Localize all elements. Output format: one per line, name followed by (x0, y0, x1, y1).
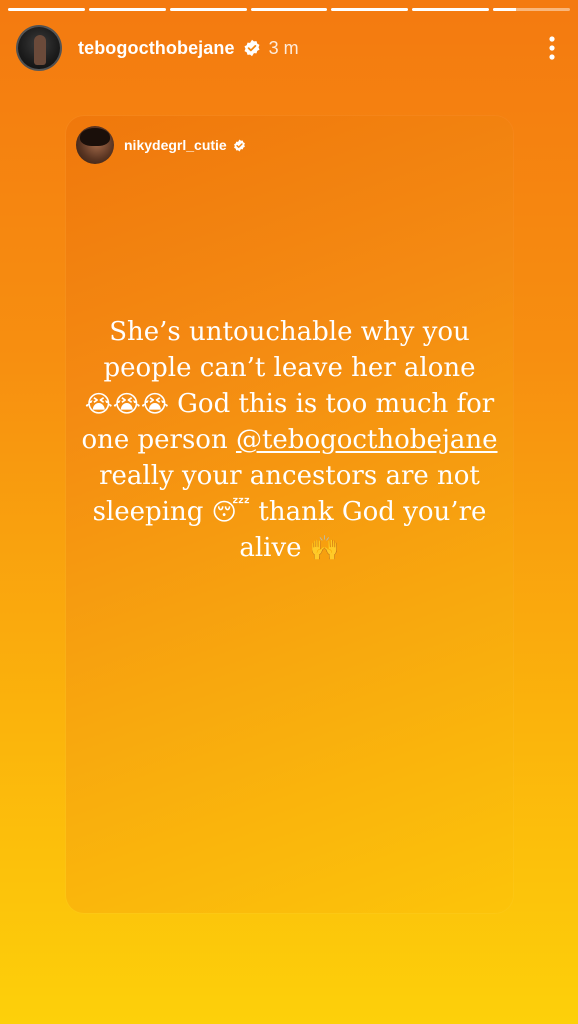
crying-emoji: 😭😭😭 (84, 390, 169, 418)
shared-post-text: She’s untouchable why you people can’t l… (80, 314, 499, 566)
post-text-segment: She’s untouchable why you people can’t l… (103, 317, 476, 383)
profile-avatar[interactable] (16, 25, 62, 71)
shared-post-card[interactable]: nikydegrl_cutie She’s untouchable why yo… (66, 116, 513, 913)
raising-hands-emoji: 🙌 (309, 534, 340, 562)
post-text-segment: thank God you’re alive (239, 497, 487, 563)
more-vertical-icon (549, 36, 555, 60)
shared-post-header: nikydegrl_cutie (76, 126, 246, 164)
verified-badge-icon (233, 139, 245, 151)
progress-fill (88, 8, 166, 11)
progress-fill (8, 8, 85, 11)
progress-fill (412, 8, 490, 11)
progress-segment (169, 8, 247, 11)
progress-segment (88, 8, 166, 11)
progress-segment (331, 8, 409, 11)
progress-segment (8, 8, 85, 11)
progress-segment (250, 8, 328, 11)
sleeping-emoji: 😴 (211, 498, 251, 526)
mention-link[interactable]: @tebogocthobejane (236, 425, 498, 455)
progress-segment (493, 8, 571, 11)
progress-fill (331, 8, 409, 11)
progress-segment (412, 8, 490, 11)
story-progress-bar (8, 8, 571, 11)
progress-fill (493, 8, 517, 11)
story-viewer[interactable]: tebogocthobejane 3 m nikydegrl_cutie She… (0, 0, 578, 1024)
shared-post-username[interactable]: nikydegrl_cutie (124, 137, 227, 153)
story-timestamp: 3 m (268, 37, 299, 58)
verified-badge-icon (244, 39, 260, 57)
progress-fill (250, 8, 328, 11)
more-options-button[interactable] (538, 32, 566, 64)
shared-post-avatar[interactable] (76, 126, 114, 164)
story-header: tebogocthobejane 3 m (16, 24, 566, 72)
story-username[interactable]: tebogocthobejane (78, 38, 235, 59)
progress-fill (169, 8, 247, 11)
